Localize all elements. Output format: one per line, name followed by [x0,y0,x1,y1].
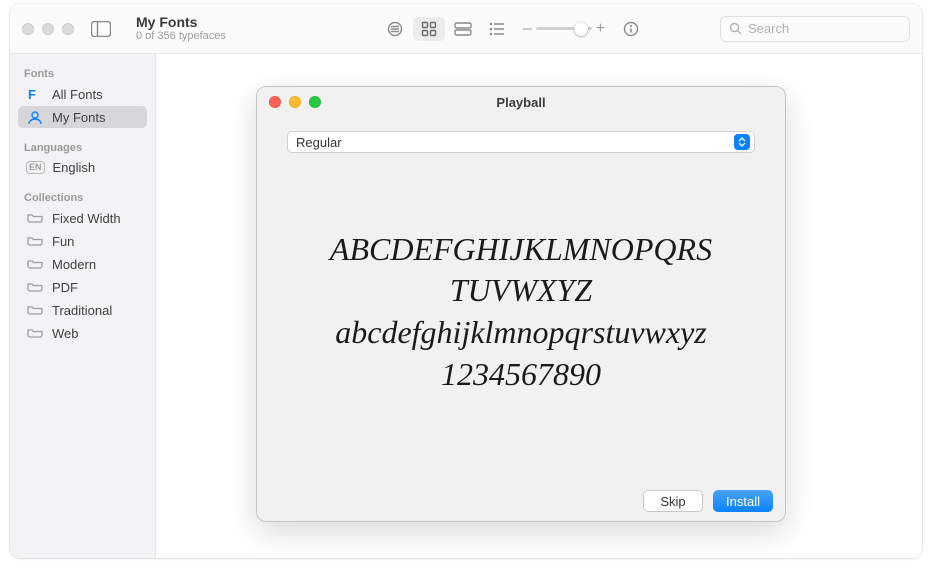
language-badge-icon: EN [26,161,45,174]
sidebar-toggle-button[interactable] [88,18,114,40]
font-preview: ABCDEFGHIJKLMNOPQRS TUVWXYZ abcdefghijkl… [287,153,755,471]
view-list-button[interactable] [481,17,513,41]
view-sample-button[interactable] [379,17,411,41]
titlebar: My Fonts 0 of 356 typefaces – [10,4,922,54]
zoom-track[interactable] [536,27,592,30]
sidebar-item-pdf[interactable]: PDF [18,276,147,298]
folder-icon [26,279,44,295]
window-title: My Fonts [136,14,306,30]
folder-icon [26,233,44,249]
preview-lowercase: abcdefghijklmnopqrstuvwxyz [335,312,706,354]
folder-icon [26,210,44,226]
font-style-select[interactable]: Regular [287,131,755,153]
skip-button[interactable]: Skip [643,490,703,512]
info-button[interactable] [615,17,647,41]
search-icon [729,22,742,35]
view-rows-button[interactable] [447,17,479,41]
sidebar: Fonts F All Fonts My Fonts Languages EN … [10,54,156,558]
sidebar-item-label: All Fonts [52,87,103,102]
dialog-titlebar: Playball [257,87,785,117]
search-placeholder: Search [748,21,789,36]
dialog-title: Playball [257,95,785,110]
svg-text:F: F [28,87,36,101]
search-input[interactable]: Search [720,16,910,42]
chevron-updown-icon [734,134,750,150]
preview-uppercase: ABCDEFGHIJKLMNOPQRS [330,229,712,271]
sidebar-item-label: Traditional [52,303,112,318]
toolbar: – + [306,17,720,41]
section-collections: Collections [18,188,147,206]
sidebar-item-modern[interactable]: Modern [18,253,147,275]
sidebar-item-label: My Fonts [52,110,105,125]
sidebar-item-label: English [53,160,96,175]
zoom-in-label[interactable]: + [596,20,605,38]
dialog-body: Regular ABCDEFGHIJKLMNOPQRS TUVWXYZ abcd… [257,117,785,481]
close-icon[interactable] [22,23,34,35]
title-block: My Fonts 0 of 356 typefaces [126,14,306,43]
sidebar-item-label: Fixed Width [52,211,121,226]
folder-icon [26,325,44,341]
zoom-knob[interactable] [574,22,588,36]
sidebar-item-label: Modern [52,257,96,272]
window-controls [22,23,88,35]
sidebar-item-label: Web [52,326,79,341]
close-icon[interactable] [269,96,281,108]
folder-icon [26,302,44,318]
zoom-slider[interactable]: – + [523,20,605,38]
select-value: Regular [296,135,342,150]
view-grid-button[interactable] [413,17,445,41]
section-fonts: Fonts [18,64,147,82]
sidebar-item-traditional[interactable]: Traditional [18,299,147,321]
minimize-icon[interactable] [42,23,54,35]
sidebar-item-label: PDF [52,280,78,295]
folder-icon [26,256,44,272]
sidebar-item-web[interactable]: Web [18,322,147,344]
section-languages: Languages [18,138,147,156]
font-install-dialog: Playball Regular ABCDEFGHIJKLMNOPQRS TUV… [256,86,786,522]
dialog-footer: Skip Install [257,481,785,521]
install-button[interactable]: Install [713,490,773,512]
minimize-icon[interactable] [289,96,301,108]
font-book-window: My Fonts 0 of 356 typefaces – [10,4,922,558]
preview-digits: 1234567890 [441,354,601,396]
sidebar-item-fun[interactable]: Fun [18,230,147,252]
zoom-out-label[interactable]: – [523,20,532,38]
sidebar-item-my-fonts[interactable]: My Fonts [18,106,147,128]
sidebar-item-all-fonts[interactable]: F All Fonts [18,83,147,105]
zoom-icon[interactable] [309,96,321,108]
preview-uppercase-2: TUVWXYZ [450,270,592,312]
window-subtitle: 0 of 356 typefaces [136,30,306,43]
sidebar-item-english[interactable]: EN English [18,157,147,178]
sidebar-item-label: Fun [52,234,74,249]
font-icon: F [26,86,44,102]
sidebar-item-fixed-width[interactable]: Fixed Width [18,207,147,229]
content-area: Playball Regular ABCDEFGHIJKLMNOPQRS TUV… [156,54,922,558]
user-icon [26,109,44,125]
zoom-icon[interactable] [62,23,74,35]
dialog-window-controls [257,96,321,108]
